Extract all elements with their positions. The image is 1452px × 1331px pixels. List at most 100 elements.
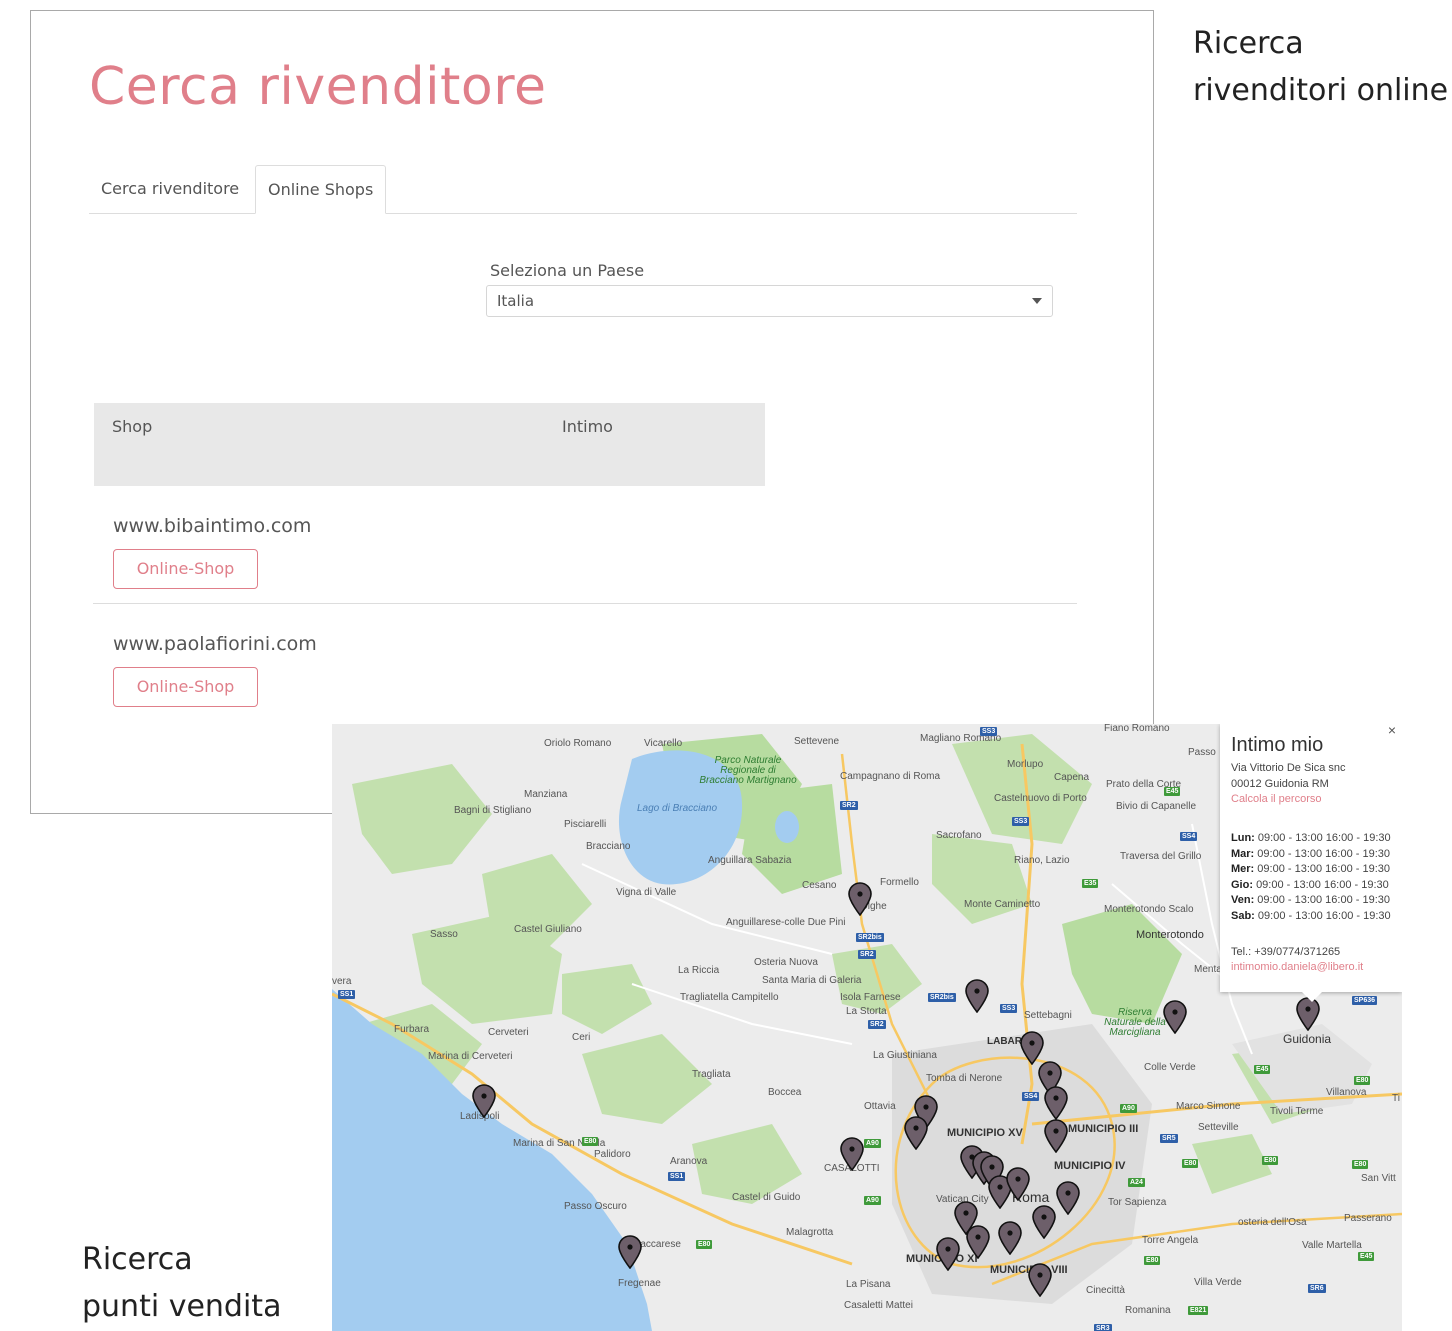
- map-label: Bivio di Capanelle: [1116, 801, 1197, 812]
- hours-time: 09:00 - 13:00 16:00 - 19:30: [1257, 894, 1391, 906]
- caption-line: Ricerca: [82, 1242, 193, 1277]
- store-name: Intimo mio: [1231, 734, 1324, 756]
- road-shield: E80: [1144, 1256, 1161, 1265]
- column-header-shop: Shop: [112, 417, 153, 436]
- map-label: Settebagni: [1024, 1010, 1072, 1021]
- map-label: Aranova: [670, 1156, 708, 1167]
- tab-bar: Cerca rivenditore Online Shops: [89, 165, 1077, 214]
- map-label: Torre Angela: [1142, 1235, 1199, 1246]
- map-label: Riano, Lazio: [1014, 855, 1070, 866]
- store-marker-icon[interactable]: [1027, 1263, 1053, 1297]
- map-label: Palidoro: [594, 1149, 631, 1160]
- store-marker-icon[interactable]: [1031, 1205, 1057, 1239]
- caption-line: punti vendita: [82, 1289, 282, 1324]
- store-email[interactable]: intimomio.daniela@libero.it: [1231, 961, 1363, 973]
- store-marker-icon[interactable]: [964, 979, 990, 1013]
- online-shop-button[interactable]: Online-Shop: [113, 667, 258, 707]
- map-label: Passo: [1188, 747, 1216, 758]
- tab-cerca-rivenditore[interactable]: Cerca rivenditore: [89, 165, 251, 213]
- store-marker-icon[interactable]: [935, 1237, 961, 1271]
- hours-day: Lun:: [1231, 832, 1258, 844]
- store-phone: Tel.: +39/0774/371265: [1231, 946, 1341, 958]
- road-shield: E35: [1082, 879, 1099, 888]
- map-label: MUNICIPIO III: [1068, 1123, 1139, 1135]
- road-shield: SP636: [1352, 996, 1378, 1005]
- map-label: Ti: [1392, 1093, 1400, 1104]
- road-shield: E45: [1254, 1065, 1271, 1074]
- road-shield: A90: [864, 1139, 881, 1148]
- road-shield: SR3: [1094, 1324, 1112, 1331]
- hours-day: Sab:: [1231, 909, 1258, 922]
- map-label: Marina di Cerveteri: [428, 1051, 513, 1062]
- road-shield: E80: [696, 1240, 713, 1249]
- store-marker-icon[interactable]: [471, 1084, 497, 1118]
- map-label: Castelnuovo di Porto: [994, 793, 1087, 804]
- page-title: Cerca rivenditore: [89, 57, 547, 117]
- store-marker-icon[interactable]: [1005, 1167, 1031, 1201]
- table-header: Shop Intimo: [94, 403, 765, 486]
- country-select[interactable]: Italia: [486, 285, 1053, 317]
- tab-online-shops[interactable]: Online Shops: [255, 165, 387, 214]
- map-label: Ottavia: [864, 1101, 896, 1112]
- map-label: La Storta: [846, 1006, 887, 1017]
- hours-row: Sab: 09:00 - 13:00 16:00 - 19:30: [1231, 910, 1391, 922]
- store-marker-icon[interactable]: [1019, 1031, 1045, 1065]
- store-marker-icon[interactable]: [617, 1235, 643, 1269]
- store-marker-icon[interactable]: [1295, 997, 1321, 1031]
- map-label: La Pisana: [846, 1279, 891, 1290]
- store-marker-icon[interactable]: [903, 1116, 929, 1150]
- road-shield: SR2: [858, 950, 876, 959]
- map-label: San Vitt: [1361, 1173, 1396, 1184]
- map-label: Fregenae: [618, 1278, 661, 1289]
- store-marker-icon[interactable]: [839, 1137, 865, 1171]
- store-marker-icon[interactable]: [1043, 1119, 1069, 1153]
- map-label: vera: [332, 976, 352, 987]
- map-label: Monterotondo Scalo: [1104, 904, 1194, 915]
- road-shield: SS1: [668, 1172, 686, 1181]
- map-label: Castel Giuliano: [514, 924, 582, 935]
- route-link[interactable]: Calcola il percorso: [1231, 793, 1321, 805]
- road-shield: E80: [1352, 1160, 1369, 1169]
- map-label: Anguillarese-colle Due Pini: [726, 917, 846, 928]
- map-label: Pisciarelli: [564, 819, 607, 830]
- map-label: Furbara: [394, 1024, 430, 1035]
- map-label: Setteville: [1198, 1122, 1239, 1133]
- store-marker-icon[interactable]: [997, 1221, 1023, 1255]
- country-select-label: Seleziona un Paese: [490, 261, 645, 280]
- hours-time: 09:00 - 13:00 16:00 - 19:30: [1257, 832, 1391, 844]
- map-label: La Giustiniana: [873, 1050, 937, 1061]
- store-marker-icon[interactable]: [1162, 1000, 1188, 1034]
- caret-down-icon: [1032, 298, 1042, 304]
- map-label: Bracciano: [586, 841, 631, 852]
- map-label: MUNICIPIO IV: [1054, 1160, 1126, 1172]
- store-marker-icon[interactable]: [1043, 1086, 1069, 1120]
- map-label: Tragliatella Campitello: [680, 992, 779, 1003]
- road-shield: E45: [1358, 1252, 1375, 1261]
- road-shield: SS3: [1012, 817, 1030, 826]
- close-icon[interactable]: ×: [1388, 724, 1396, 738]
- road-shield: SS4: [1180, 832, 1198, 841]
- map-label: Osteria Nuova: [754, 957, 818, 968]
- store-marker-icon[interactable]: [965, 1225, 991, 1259]
- caption-online-search: Ricerca rivenditori online: [1193, 20, 1448, 114]
- map-label: La Riccia: [678, 965, 720, 976]
- hours-time: 09:00 - 13:00 16:00 - 19:30: [1257, 847, 1390, 860]
- caption-store-search: Ricerca punti vendita: [82, 1236, 281, 1330]
- map-label: Sacrofano: [936, 830, 982, 841]
- hours-day: Mar:: [1231, 847, 1258, 860]
- store-address: Via Vittorio De Sica snc: [1231, 762, 1346, 774]
- store-map[interactable]: Oriolo Romano Vicarello Settevene Maglia…: [332, 724, 1402, 1331]
- country-select-value: Italia: [497, 292, 535, 310]
- map-label: Passerano: [1344, 1213, 1392, 1224]
- online-shop-button[interactable]: Online-Shop: [113, 549, 258, 589]
- road-shield: SS3: [980, 727, 998, 736]
- hours-row: Mer: 09:00 - 13:00 16:00 - 19:30: [1231, 863, 1390, 875]
- map-label: Sasso: [430, 929, 458, 940]
- hours-day: Gio:: [1231, 878, 1257, 891]
- store-marker-icon[interactable]: [847, 882, 873, 916]
- road-shield: A90: [864, 1196, 881, 1205]
- map-label: Manziana: [524, 789, 568, 800]
- map-label: Tor Sapienza: [1108, 1197, 1167, 1208]
- store-marker-icon[interactable]: [1055, 1181, 1081, 1215]
- road-shield: SR2bis: [928, 993, 956, 1002]
